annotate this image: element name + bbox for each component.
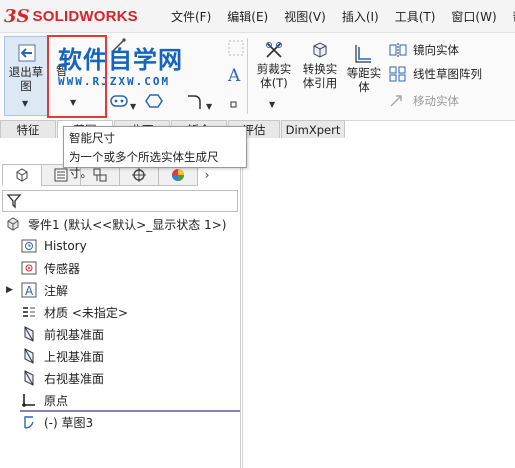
- exit-sketch-button[interactable]: 退出草 图 ▼: [4, 36, 48, 116]
- menu-file[interactable]: 文件(F): [163, 8, 219, 25]
- exit-sketch-label-2: 图: [20, 79, 32, 93]
- ds-logo-mark: 3S: [4, 5, 30, 27]
- mirror-label: 镜向实体: [413, 43, 459, 57]
- menu-tools[interactable]: 工具(T): [387, 8, 444, 25]
- part-icon: [4, 215, 22, 233]
- trim-icon: [264, 40, 284, 63]
- tree-item-label: 传感器: [44, 261, 81, 276]
- tree-item-label: 注解: [44, 283, 69, 298]
- plane-icon: [20, 325, 38, 343]
- highlight-box: [47, 35, 107, 118]
- exit-sketch-label-1: 退出草: [8, 65, 44, 79]
- tree-item-sensors[interactable]: 传感器: [4, 257, 226, 279]
- convert-icon: [310, 40, 330, 63]
- tree-item-material[interactable]: 材质 <未指定>: [4, 301, 226, 323]
- tree-item-label: 前视基准面: [44, 327, 105, 342]
- offset-entities-button[interactable]: 等距实 体: [344, 38, 384, 114]
- panel-divider: [242, 162, 243, 468]
- sensor-icon: [20, 259, 38, 277]
- sketch-icon: [20, 413, 38, 431]
- property-list-icon: [54, 168, 68, 182]
- tooltip-title: 智能尺寸: [69, 131, 115, 145]
- tooltip: 智能尺寸 为一个或多个所选实体生成尺寸。: [63, 126, 247, 180]
- offset-label-1: 等距实: [346, 66, 382, 80]
- part-name: 零件1 (默认<<默认>_显示状态 1>): [28, 217, 227, 232]
- linear-pattern-label: 线性草图阵列: [413, 67, 482, 81]
- slot-dropdown-icon[interactable]: ▼: [130, 98, 136, 112]
- trim-label-2: 体(T): [260, 76, 288, 90]
- menu-help[interactable]: 帮助: [505, 8, 515, 25]
- menu-window[interactable]: 窗口(W): [443, 8, 504, 25]
- trim-dropdown-icon[interactable]: ▼: [269, 100, 275, 109]
- expand-arrow-icon[interactable]: ▶: [6, 285, 20, 295]
- feature-tree: 零件1 (默认<<默认>_显示状态 1>) History 传感器 ▶ A 注解…: [4, 213, 226, 433]
- tooltip-description: 为一个或多个所选实体生成尺寸。: [69, 150, 219, 180]
- tree-item-label: (-) 草图3: [44, 415, 94, 430]
- svg-text:A: A: [25, 284, 34, 298]
- linear-pattern-button[interactable]: 线性草图阵列: [389, 66, 482, 82]
- origin-icon: [20, 391, 38, 409]
- filter-icon[interactable]: [6, 193, 22, 212]
- tree-item-front-plane[interactable]: 前视基准面: [4, 323, 226, 345]
- material-icon: [20, 303, 38, 321]
- tab-features[interactable]: 特征: [0, 120, 56, 138]
- move-entities-button[interactable]: 移动实体: [389, 93, 459, 109]
- point-tool-icon[interactable]: [230, 98, 238, 112]
- tree-item-label: 上视基准面: [44, 349, 105, 364]
- exit-sketch-dropdown-icon[interactable]: ▼: [22, 99, 28, 108]
- menu-insert[interactable]: 插入(I): [334, 8, 387, 25]
- plane-icon: [20, 347, 38, 365]
- convert-entities-button[interactable]: 转换实 体引用: [298, 38, 342, 114]
- svg-text:A: A: [227, 66, 241, 84]
- fillet-dropdown-icon[interactable]: ▼: [206, 98, 212, 112]
- trim-label-1: 剪裁实: [256, 62, 292, 76]
- feature-tree-tab[interactable]: [2, 164, 42, 186]
- tree-item-origin[interactable]: 原点: [4, 389, 226, 411]
- text-tool-icon[interactable]: A: [226, 66, 244, 87]
- tree-item-label: History: [44, 239, 87, 253]
- tree-item-label: 右视基准面: [44, 371, 105, 386]
- solidworks-logo: 3S SOLIDWORKS: [4, 3, 138, 29]
- slot-tool-icon[interactable]: [110, 94, 128, 111]
- ribbon-separator: [247, 38, 248, 114]
- tree-item-label: 原点: [44, 393, 69, 408]
- tree-item-history[interactable]: History: [4, 235, 226, 257]
- offset-icon: [354, 44, 374, 67]
- tree-item-annotations[interactable]: ▶ A 注解: [4, 279, 226, 301]
- plane-icon: [20, 369, 38, 387]
- convert-label-2: 体引用: [302, 76, 338, 90]
- move-icon: [389, 94, 407, 108]
- tree-item-top-plane[interactable]: 上视基准面: [4, 345, 226, 367]
- trim-entities-button[interactable]: 剪裁实 体(T) ▼: [252, 38, 296, 114]
- history-icon: [20, 237, 38, 255]
- exit-sketch-icon: [17, 43, 37, 66]
- logo-text: SOLIDWORKS: [32, 7, 138, 25]
- menu-edit[interactable]: 编辑(E): [219, 8, 276, 25]
- tree-item-label: 材质 <未指定>: [44, 305, 128, 320]
- tree-item-right-plane[interactable]: 右视基准面: [4, 367, 226, 389]
- annotations-icon: A: [20, 281, 38, 299]
- construction-grid-icon: [228, 40, 244, 59]
- menu-bar: 文件(F) 编辑(E) 视图(V) 插入(I) 工具(T) 窗口(W) 帮助: [163, 0, 515, 32]
- linear-pattern-icon: [389, 66, 407, 82]
- offset-label-2: 体: [358, 80, 370, 94]
- fillet-tool-icon[interactable]: [186, 94, 204, 113]
- move-label: 移动实体: [413, 94, 459, 108]
- tree-item-sketch3[interactable]: (-) 草图3: [4, 411, 226, 433]
- rollback-bar[interactable]: [20, 410, 240, 412]
- tab-dimxpert[interactable]: DimXpert: [281, 120, 345, 138]
- filter-bar[interactable]: [2, 190, 238, 212]
- tree-root-part[interactable]: 零件1 (默认<<默认>_显示状态 1>): [4, 213, 226, 235]
- mirror-icon: [389, 43, 407, 57]
- mirror-entities-button[interactable]: 镜向实体: [389, 42, 459, 58]
- convert-label-1: 转换实: [302, 62, 338, 76]
- polygon-tool-icon[interactable]: [145, 93, 163, 112]
- menu-view[interactable]: 视图(V): [276, 8, 334, 25]
- feature-tree-icon: [16, 168, 28, 182]
